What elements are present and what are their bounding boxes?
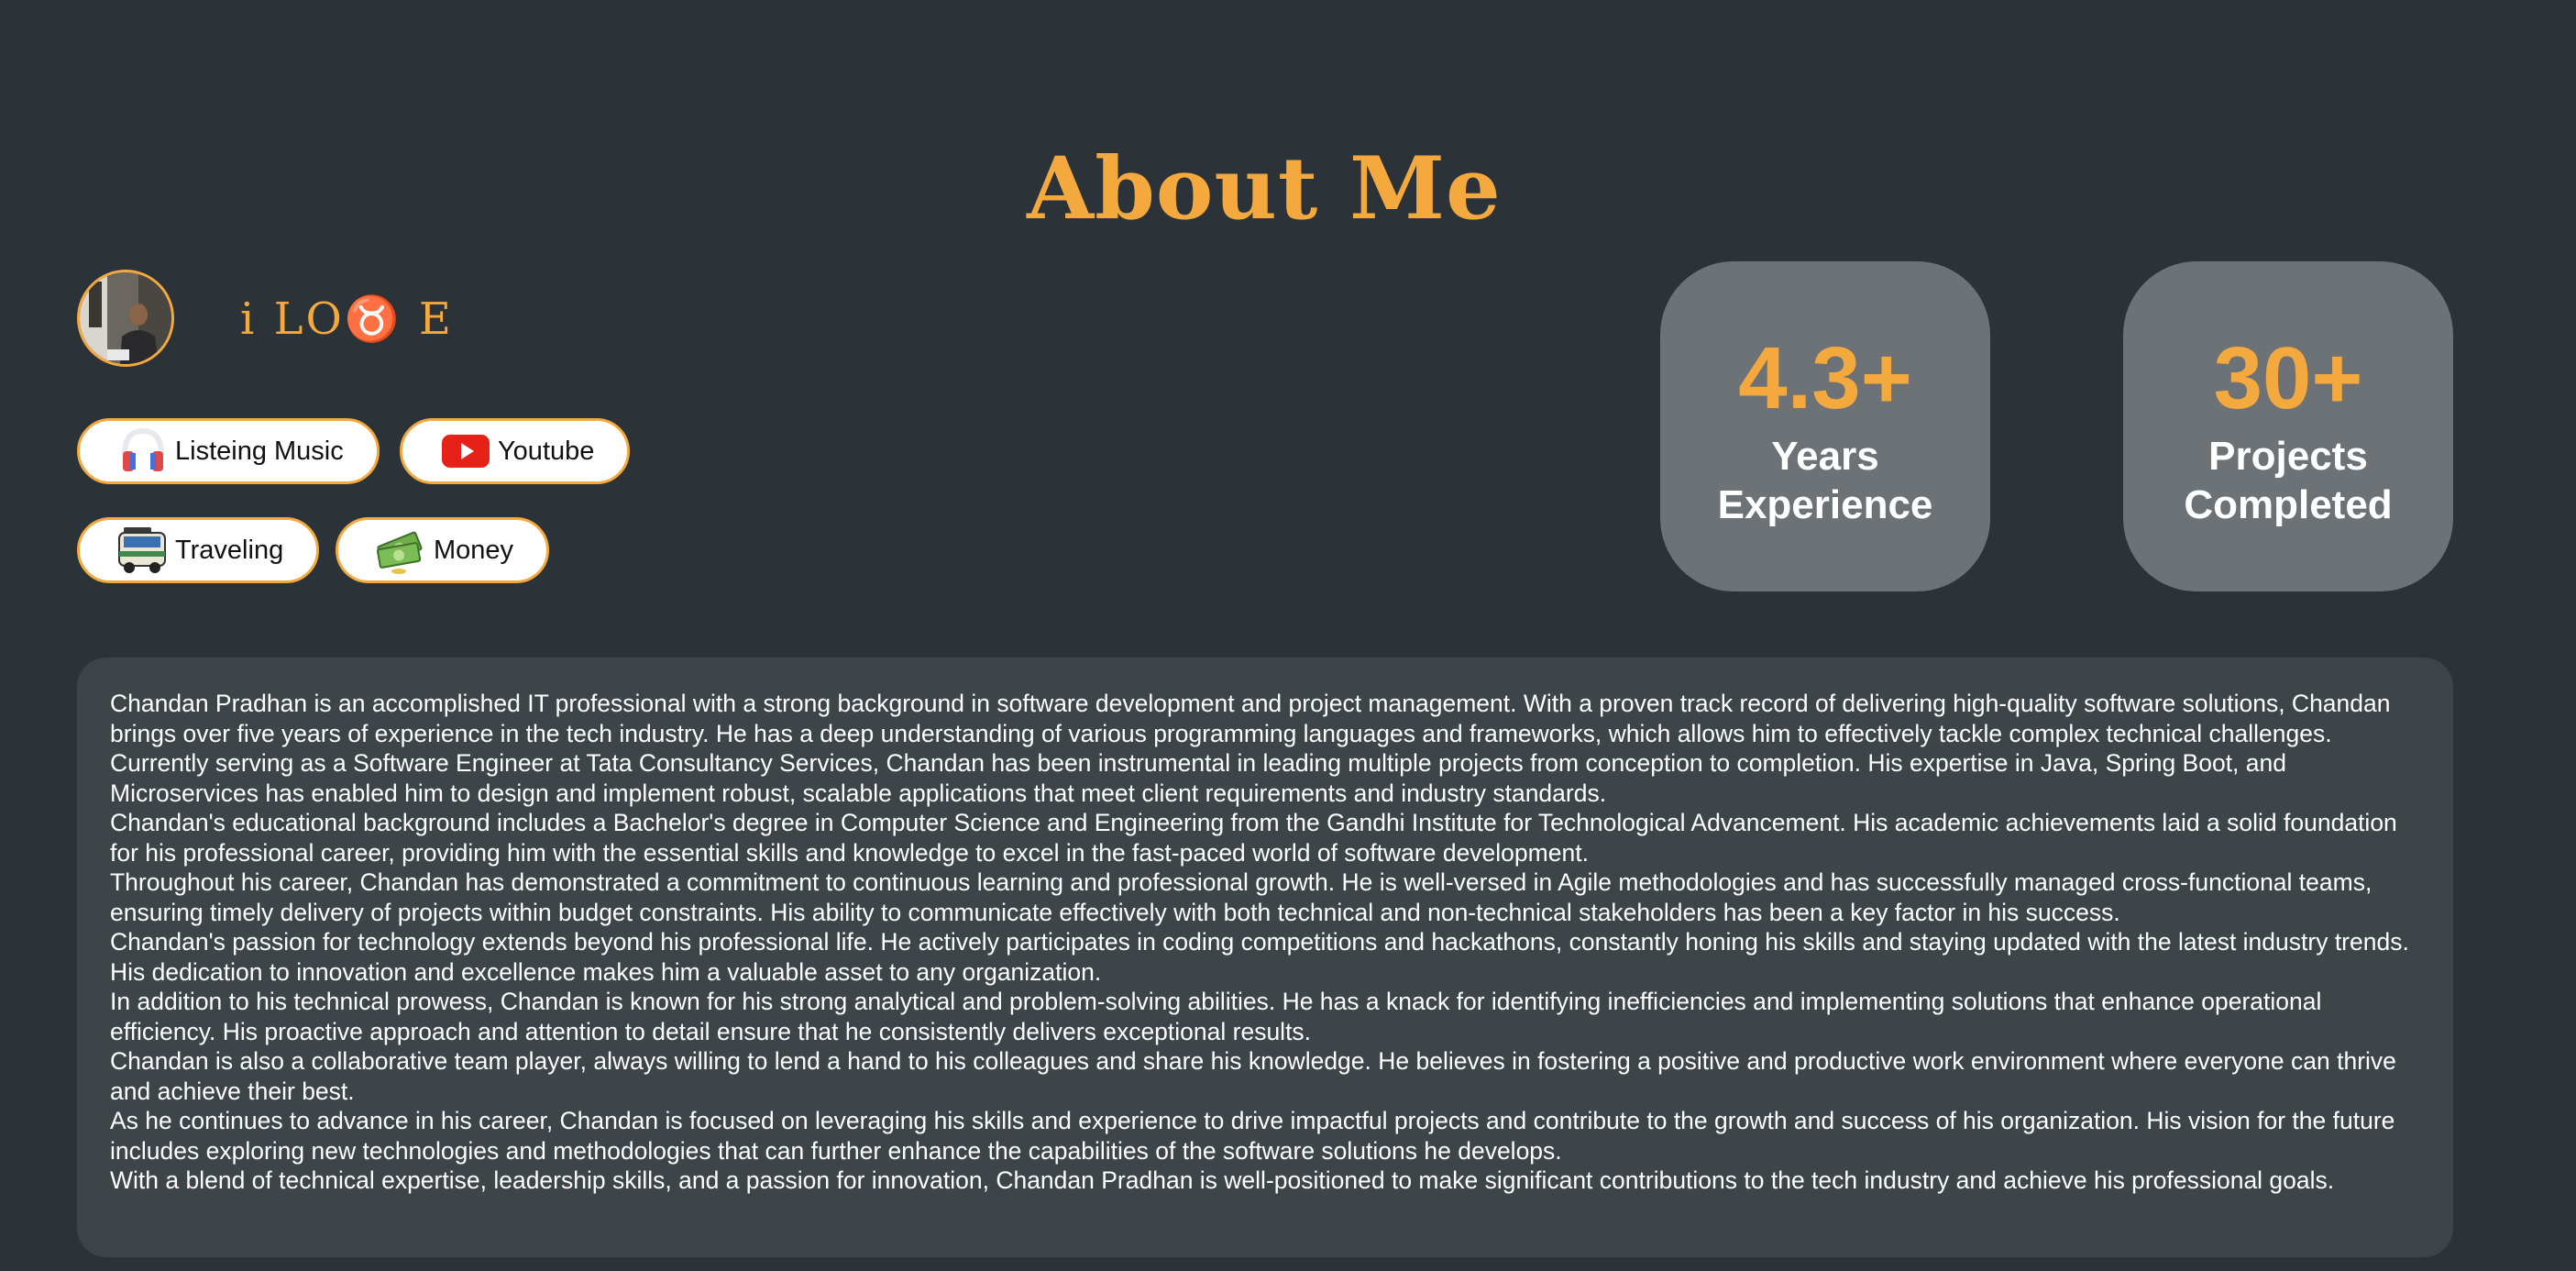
interest-traveling[interactable]: Traveling [77,517,320,583]
bio-paragraph: With a blend of technical expertise, lea… [110,1166,2335,1194]
interest-label: Youtube [498,436,595,466]
love-heading: i LO♉ E [240,293,454,345]
bio-paragraph: Currently serving as a Software Engineer… [110,749,2287,807]
bio-paragraph: Chandan's educational background include… [110,809,2397,867]
bus-icon [116,524,170,577]
interest-label: Traveling [175,535,284,565]
page-title: About Me [1027,138,1502,239]
interest-youtube[interactable]: Youtube [400,418,631,484]
interest-label: Listeing Music [175,436,344,466]
bio-panel: Chandan Pradhan is an accomplished IT pr… [77,658,2453,1257]
stat-label: Projects Completed [2184,434,2393,527]
profile-photo [80,272,171,364]
stat-card-projects: 30+ Projects Completed [2123,261,2453,591]
interest-money[interactable]: Money [336,517,550,583]
bio-paragraph: As he continues to advance in his career… [110,1107,2395,1165]
stat-value: 30+ [2213,329,2363,427]
bio-paragraph: Chandan is also a collaborative team pla… [110,1047,2396,1105]
headphones-icon [116,425,170,478]
youtube-icon [439,425,492,478]
bio-paragraph: Throughout his career, Chandan has demon… [110,868,2372,926]
interest-label: Money [434,535,514,565]
interest-music[interactable]: Listeing Music [77,418,380,484]
stat-value: 4.3+ [1738,329,1912,427]
stat-label: Years Experience [1717,434,1933,527]
stat-card-experience: 4.3+ Years Experience [1660,261,1990,591]
bio-paragraph: In addition to his technical prowess, Ch… [110,988,2322,1045]
bio-paragraph: Chandan's passion for technology extends… [110,928,2409,986]
bio-paragraph: Chandan Pradhan is an accomplished IT pr… [110,690,2391,747]
avatar [77,270,174,367]
money-icon [375,524,428,577]
